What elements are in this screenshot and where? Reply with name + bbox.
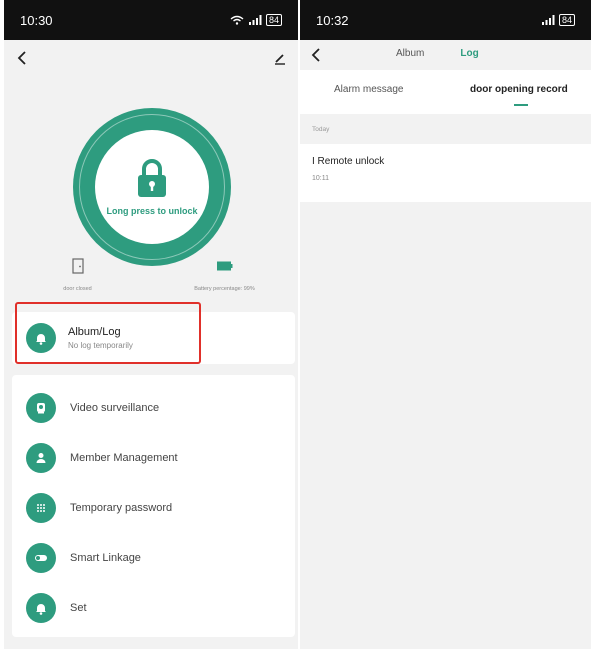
door-status: door closed	[4, 258, 151, 292]
unlock-button[interactable]: Long press to unlock	[95, 130, 209, 244]
status-indicators: 84	[541, 14, 575, 26]
active-subtab-indicator	[514, 104, 528, 106]
album-log-screen: 10:32 84 Album Log Alarm message door op…	[300, 0, 591, 649]
battery-status: Battery percentage: 99%	[151, 258, 298, 292]
subtab-alarm-message[interactable]: Alarm message	[334, 84, 403, 95]
signal-icon	[248, 15, 262, 25]
album-icon-circle	[26, 323, 56, 353]
chevron-left-icon	[311, 48, 320, 62]
section-header-today: Today	[300, 114, 591, 144]
toggle-icon	[35, 555, 47, 561]
pencil-icon	[275, 54, 285, 65]
album-texts: Album/Log No log temporarily	[68, 326, 133, 350]
bell-icon	[36, 603, 46, 615]
bell-icon	[36, 333, 46, 345]
top-nav	[4, 40, 298, 76]
person-icon	[36, 453, 46, 463]
feature-menu: Video surveillance Member Management Tem…	[12, 375, 295, 637]
menu-icon-circle	[26, 593, 56, 623]
status-bar: 10:32 84	[300, 0, 591, 40]
menu-label: Video surveillance	[70, 402, 160, 414]
camera-icon	[37, 403, 45, 414]
unlock-ring: Long press to unlock	[73, 108, 231, 266]
back-button[interactable]	[12, 48, 32, 68]
album-subtitle: No log temporarily	[68, 341, 133, 350]
battery-indicator: 84	[265, 14, 282, 26]
keypad-icon	[37, 504, 45, 512]
menu-label: Smart Linkage	[70, 552, 141, 564]
album-title: Album/Log	[68, 326, 121, 338]
status-bar: 10:30 84	[4, 0, 298, 40]
menu-icon-circle	[26, 393, 56, 423]
list-item[interactable]: I Remote unlock 10:11	[300, 144, 591, 202]
door-icon	[71, 258, 84, 274]
menu-item-smart-linkage[interactable]: Smart Linkage	[12, 533, 295, 583]
edit-button[interactable]	[270, 48, 290, 68]
album-log-card[interactable]: Album/Log No log temporarily	[12, 312, 295, 364]
main-tabs: Album Log	[396, 48, 479, 59]
menu-item-video-surveillance[interactable]: Video surveillance	[12, 383, 295, 433]
device-status-row: door closed Battery percentage: 99%	[4, 258, 298, 292]
chevron-left-icon	[17, 51, 26, 65]
menu-label: Member Management	[70, 452, 178, 464]
record-time: 10:11	[312, 175, 329, 182]
padlock-icon	[138, 159, 166, 197]
signal-icon	[541, 15, 555, 25]
status-time: 10:32	[316, 12, 349, 28]
wifi-icon	[230, 15, 244, 25]
device-home-screen: 10:30 84 Long press to unlock door close…	[4, 0, 298, 649]
menu-item-temporary-password[interactable]: Temporary password	[12, 483, 295, 533]
record-title: I Remote unlock	[312, 156, 385, 167]
menu-icon-circle	[26, 543, 56, 573]
subtab-door-opening-record[interactable]: door opening record	[470, 84, 568, 95]
menu-item-set[interactable]: Set	[12, 583, 295, 633]
sub-tabs: Alarm message door opening record	[300, 70, 591, 114]
menu-icon-circle	[26, 493, 56, 523]
tab-album[interactable]: Album	[396, 48, 424, 59]
lock-area: Long press to unlock	[4, 76, 298, 266]
menu-label: Temporary password	[70, 502, 173, 514]
back-button[interactable]	[306, 45, 326, 65]
status-time: 10:30	[20, 12, 53, 28]
status-indicators: 84	[230, 14, 282, 26]
tab-log[interactable]: Log	[460, 48, 478, 59]
unlock-label: Long press to unlock	[106, 206, 198, 216]
battery-status-label: Battery percentage: 99%	[194, 286, 255, 292]
menu-icon-circle	[26, 443, 56, 473]
menu-label: Set	[70, 602, 87, 614]
battery-indicator: 84	[558, 14, 575, 26]
top-nav: Album Log	[300, 40, 591, 70]
menu-item-member-management[interactable]: Member Management	[12, 433, 295, 483]
battery-icon	[216, 261, 232, 271]
door-status-label: door closed	[63, 286, 92, 292]
